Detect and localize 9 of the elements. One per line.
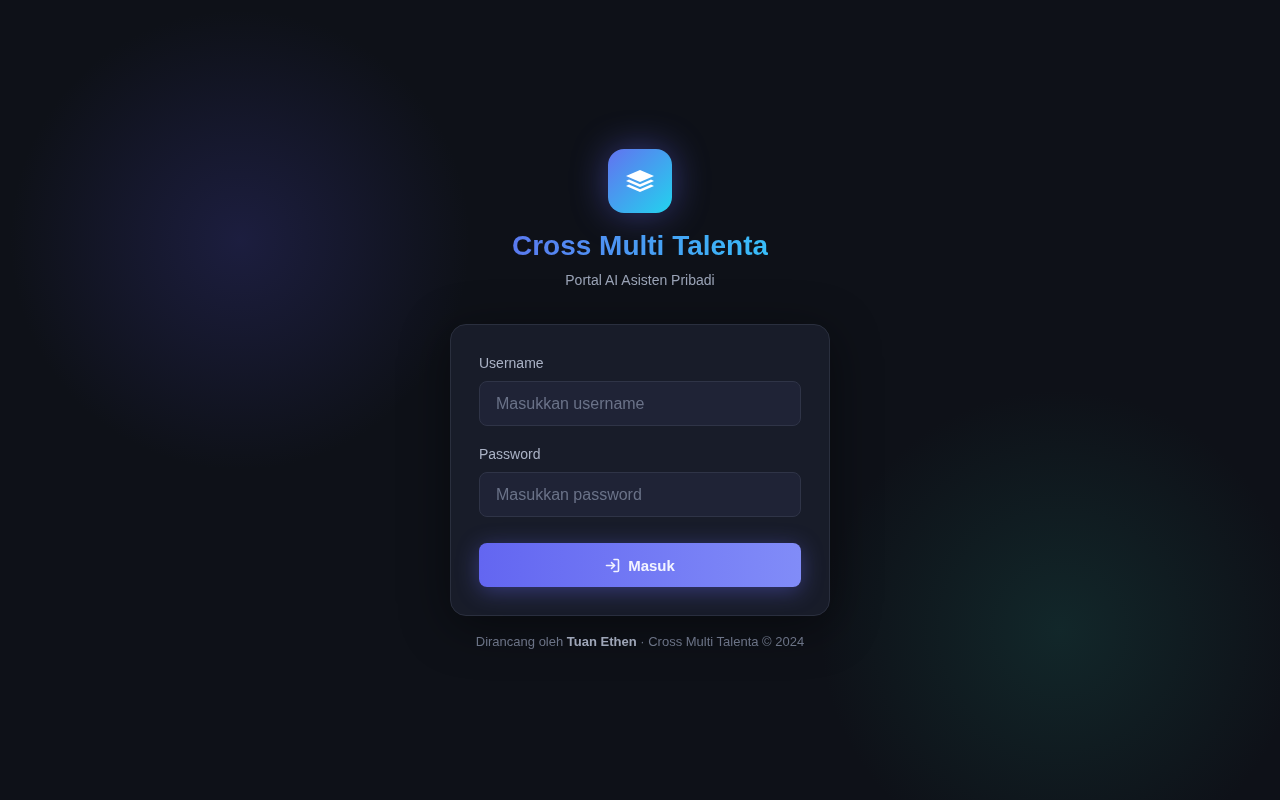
input-field[interactable]: Masukkan password bbox=[479, 472, 801, 517]
field-label: Username bbox=[479, 354, 544, 373]
footer-credit: Dirancang oleh Tuan Ethen · Cross Multi Talenta © 2024 bbox=[475, 633, 805, 651]
layers-logo-icon bbox=[608, 149, 672, 213]
login-button[interactable]: Masuk bbox=[479, 543, 801, 587]
input-field[interactable]: Masukkan username bbox=[479, 381, 801, 426]
field-label: Password bbox=[479, 445, 541, 464]
app-subtitle: Portal AI Asisten Pribadi bbox=[565, 271, 715, 290]
login-arrow-icon bbox=[605, 557, 621, 573]
